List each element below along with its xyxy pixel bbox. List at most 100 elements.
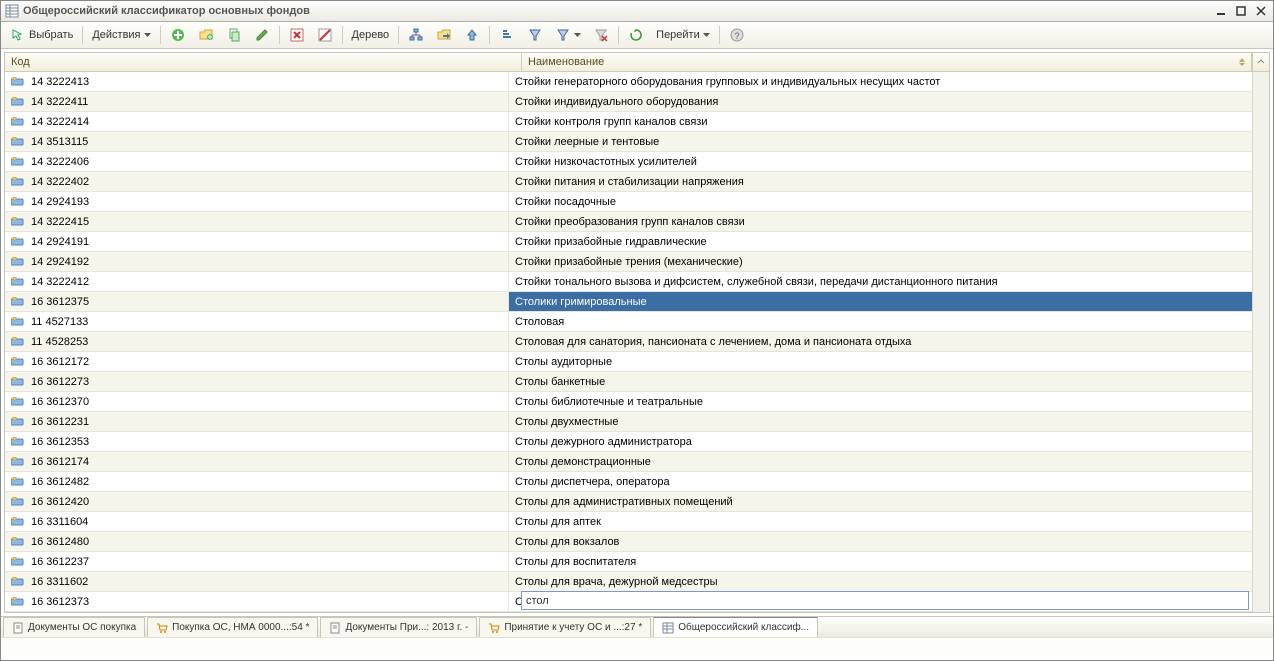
goto-button[interactable]: Перейти	[651, 24, 715, 46]
code-text: 14 2924193	[31, 196, 89, 208]
cell-code: 16 3612373	[5, 592, 509, 611]
vertical-scrollbar[interactable]	[1252, 72, 1269, 612]
table-row[interactable]: 16 3612273Столы банкетные	[5, 372, 1269, 392]
tab-label: Документы ОС покупка	[28, 622, 136, 633]
code-text: 16 3612172	[31, 356, 89, 368]
table-row[interactable]: 14 2924193 Стойки посадочные	[5, 192, 1269, 212]
hierarchy-button[interactable]	[403, 24, 429, 46]
column-header-code[interactable]: Код	[5, 53, 522, 71]
item-icon	[11, 597, 25, 607]
help-button[interactable]: ?	[724, 24, 750, 46]
grid-search-input[interactable]: стол	[521, 591, 1249, 610]
item-icon	[11, 157, 25, 167]
close-button[interactable]	[1253, 4, 1269, 18]
delete-button[interactable]	[284, 24, 310, 46]
table-row[interactable]: 16 3612480Столы для вокзалов	[5, 532, 1269, 552]
code-text: 11 4527133	[31, 316, 88, 328]
mark-delete-button[interactable]	[312, 24, 338, 46]
table-row[interactable]: 14 3222402Стойки питания и стабилизации …	[5, 172, 1269, 192]
table-row[interactable]: 11 4528253Столовая для санатория, пансио…	[5, 332, 1269, 352]
taskbar-tab[interactable]: Общероссийский классиф...	[653, 617, 818, 637]
edit-button[interactable]	[249, 24, 275, 46]
table-row[interactable]: 16 3311602Столы для врача, дежурной медс…	[5, 572, 1269, 592]
table-row[interactable]: 16 3612172Столы аудиторные	[5, 352, 1269, 372]
cell-code: 14 3222415	[5, 212, 509, 231]
taskbar-tab[interactable]: Документы При...: 2013 г. -	[320, 617, 477, 637]
table-row[interactable]: 14 3222412Стойки тонального вызова и диф…	[5, 272, 1269, 292]
table-row[interactable]: 16 3612174Столы демонстрационные	[5, 452, 1269, 472]
table-row[interactable]: 16 3612353Столы дежурного администратора	[5, 432, 1269, 452]
taskbar-tab[interactable]: Принятие к учету ОС и ...:27 *	[479, 617, 651, 637]
table-row[interactable]: 16 3612370Столы библиотечные и театральн…	[5, 392, 1269, 412]
sort-button[interactable]	[494, 24, 520, 46]
table-row[interactable]: 16 3612231Столы двухместные	[5, 412, 1269, 432]
table-row[interactable]: 14 2924191Стойки призабойные гидравличес…	[5, 232, 1269, 252]
table-row[interactable]: 11 4527133 Столовая	[5, 312, 1269, 332]
move-to-group-button[interactable]	[431, 24, 457, 46]
select-button[interactable]: Выбрать	[5, 24, 78, 46]
item-icon	[11, 257, 25, 267]
code-text: 14 3222414	[31, 116, 89, 128]
cell-code: 16 3311604	[5, 512, 509, 531]
code-text: 16 3612370	[31, 396, 89, 408]
item-icon	[11, 117, 25, 127]
cell-name: Столовая	[509, 312, 1269, 331]
code-text: 16 3612373	[31, 596, 89, 608]
taskbar-tab[interactable]: Документы ОС покупка	[3, 617, 145, 637]
cell-name: Столы диспетчера, оператора	[509, 472, 1269, 491]
table-row[interactable]: 14 3222411Стойки индивидуального оборудо…	[5, 92, 1269, 112]
name-text: Стойки посадочные	[515, 196, 616, 208]
cell-name: Стойки генераторного оборудования группо…	[509, 72, 1269, 91]
table-row[interactable]: 14 3513115Стойки леерные и тентовые	[5, 132, 1269, 152]
level-up-button[interactable]	[459, 24, 485, 46]
name-text: Столы для аптек	[515, 516, 601, 528]
code-text: 16 3612420	[31, 496, 89, 508]
cell-name: Столы для аптек	[509, 512, 1269, 531]
table-row[interactable]: 14 2924192Стойки призабойные трения (мех…	[5, 252, 1269, 272]
item-icon	[11, 317, 25, 327]
item-icon	[11, 517, 25, 527]
x-icon	[289, 27, 305, 43]
actions-button[interactable]: Действия	[87, 24, 155, 46]
table-row[interactable]: 16 3612375Столики гримировальные	[5, 292, 1269, 312]
table-row[interactable]: 14 3222413Стойки генераторного оборудова…	[5, 72, 1269, 92]
cell-name: Столы для вокзалов	[509, 532, 1269, 551]
cell-name: Столы для воспитателя	[509, 552, 1269, 571]
tree-label: Дерево	[352, 29, 390, 41]
name-text: Столы дежурного администратора	[515, 436, 692, 448]
taskbar: Документы ОС покупка Покупка ОС, НМА 0000…	[1, 616, 1273, 637]
cell-name: Стойки призабойные трения (механические)	[509, 252, 1269, 271]
grid-body[interactable]: 14 3222413Стойки генераторного оборудова…	[5, 72, 1269, 612]
cell-code: 16 3311602	[5, 572, 509, 591]
add-button[interactable]	[165, 24, 191, 46]
refresh-button[interactable]	[623, 24, 649, 46]
add-group-button[interactable]	[193, 24, 219, 46]
copy-button[interactable]	[221, 24, 247, 46]
cell-name: Стойки преобразования групп каналов связ…	[509, 212, 1269, 231]
funnel-x-icon	[593, 27, 609, 43]
tree-button[interactable]: Дерево	[347, 24, 395, 46]
filter-button[interactable]	[522, 24, 548, 46]
cell-name: Стойки тонального вызова и дифсистем, сл…	[509, 272, 1269, 291]
table-row[interactable]: 14 3222414Стойки контроля групп каналов …	[5, 112, 1269, 132]
item-icon	[11, 437, 25, 447]
actions-label: Действия	[92, 29, 140, 41]
filter-clear-button[interactable]	[588, 24, 614, 46]
table-row[interactable]: 14 3222415Стойки преобразования групп ка…	[5, 212, 1269, 232]
column-header-name[interactable]: Наименование	[522, 53, 1252, 71]
item-icon	[11, 297, 25, 307]
maximize-button[interactable]	[1233, 4, 1249, 18]
name-text: Столики гримировальные	[515, 296, 647, 308]
pencil-icon	[254, 27, 270, 43]
table-row[interactable]: 14 3222406Стойки низкочастотных усилител…	[5, 152, 1269, 172]
name-text: Столовая для санатория, пансионата с леч…	[515, 336, 911, 348]
table-row[interactable]: 16 3311604 Столы для аптек	[5, 512, 1269, 532]
filter-by-value-button[interactable]	[550, 24, 586, 46]
table-row[interactable]: 16 3612237Столы для воспитателя	[5, 552, 1269, 572]
cell-name: Столы дежурного администратора	[509, 432, 1269, 451]
table-row[interactable]: 16 3612420Столы для административных пом…	[5, 492, 1269, 512]
table-row[interactable]: 16 3612482Столы диспетчера, оператора	[5, 472, 1269, 492]
taskbar-tab[interactable]: Покупка ОС, НМА 0000...:54 *	[147, 617, 318, 637]
tab-label: Документы При...: 2013 г. -	[345, 622, 468, 633]
minimize-button[interactable]	[1213, 4, 1229, 18]
